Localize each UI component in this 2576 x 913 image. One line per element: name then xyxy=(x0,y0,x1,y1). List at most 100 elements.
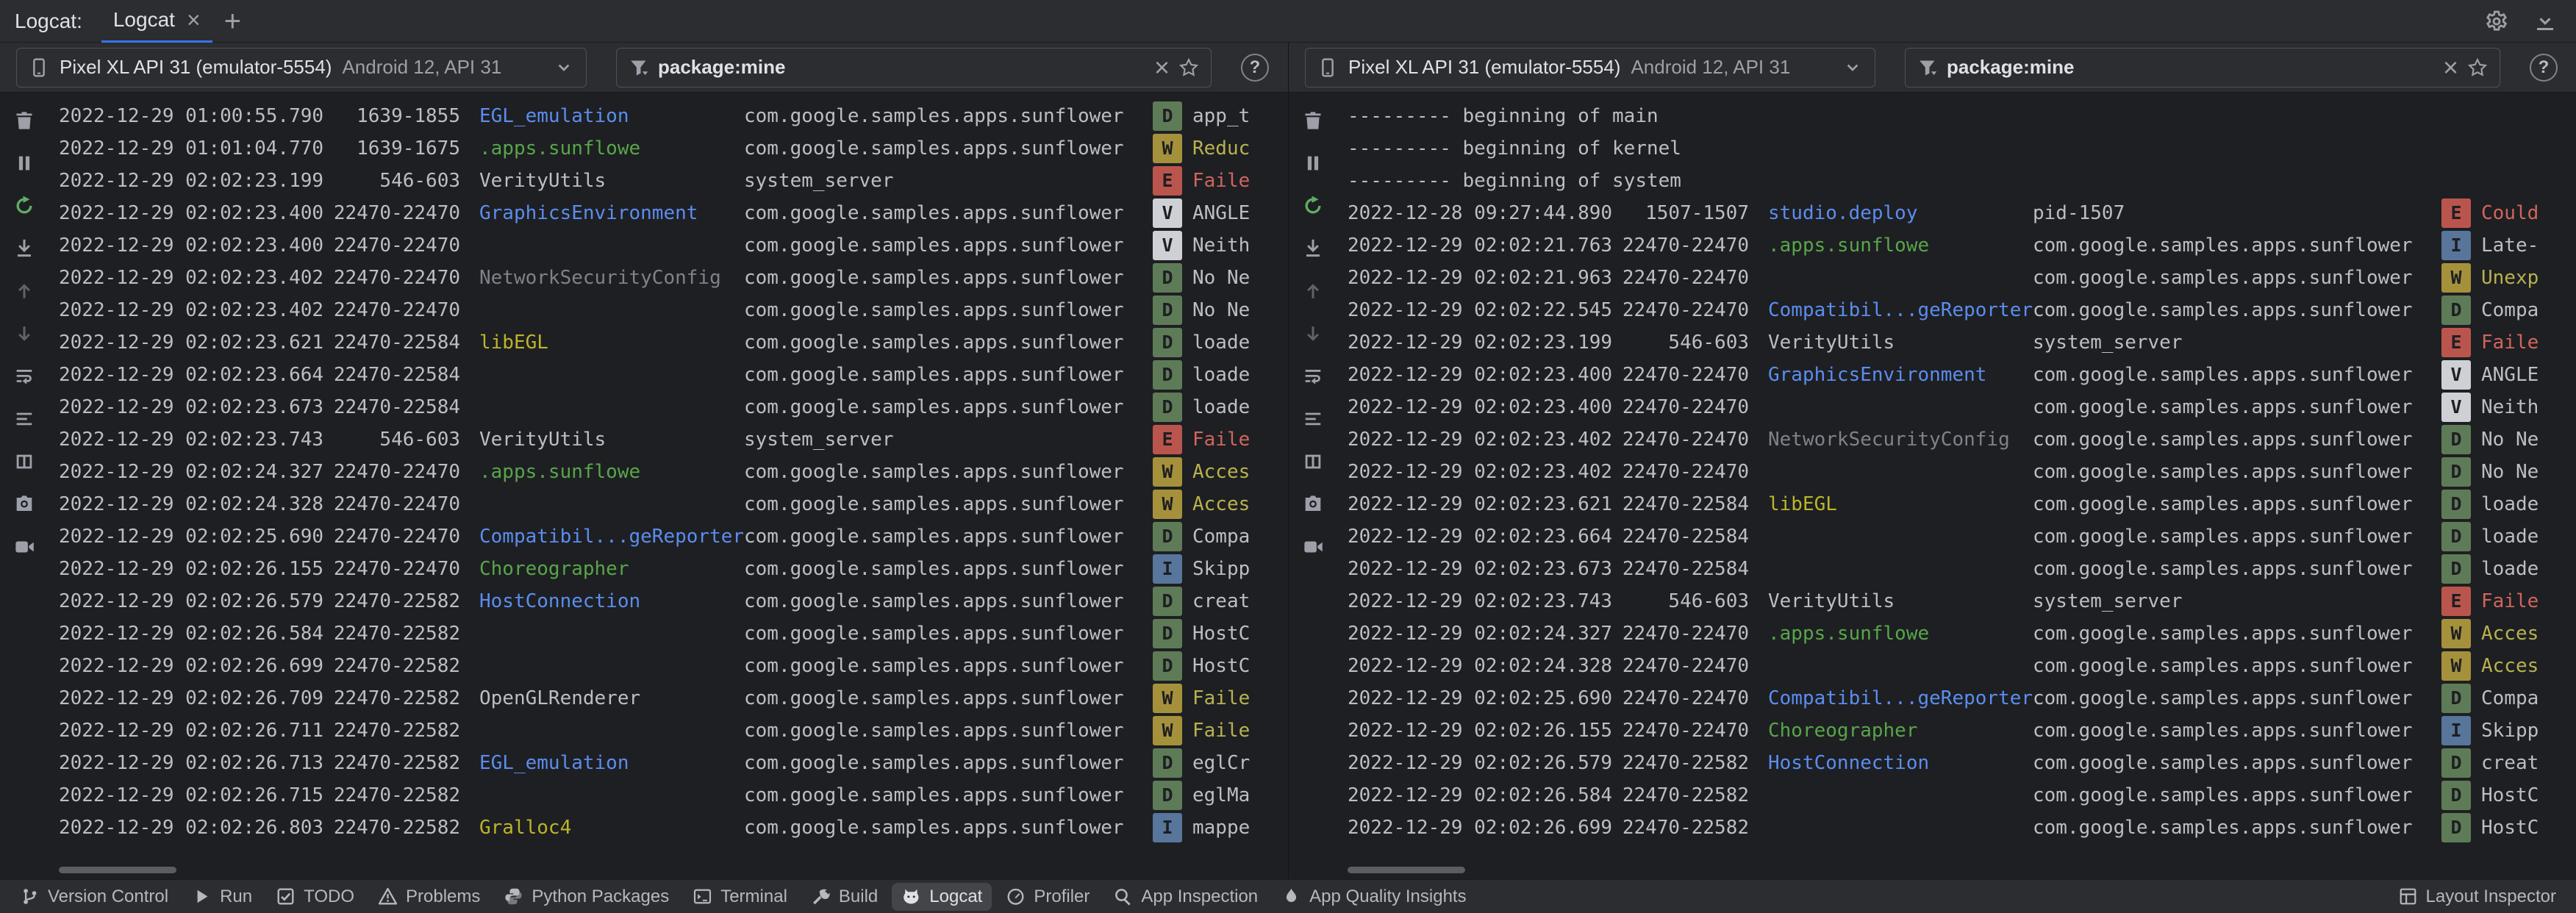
log-row[interactable]: --------- beginning of system xyxy=(1348,165,2576,197)
previous-occurrence-button[interactable] xyxy=(1298,276,1328,306)
log-row[interactable]: 2022-12-29 02:02:23.402 22470-22470 Networ… xyxy=(59,262,1288,294)
device-selector[interactable]: Pixel XL API 31 (emulator-5554) Android … xyxy=(16,47,587,87)
settings-icon[interactable] xyxy=(2485,10,2508,33)
scroll-to-end-button[interactable] xyxy=(10,234,39,263)
filter-input[interactable]: package:mine × xyxy=(1905,47,2500,87)
statusbar-item-app-quality-insights[interactable]: App Quality Insights xyxy=(1272,883,1475,911)
split-panels-button[interactable] xyxy=(1298,447,1328,476)
log-row[interactable]: 2022-12-29 02:02:23.743 546-603 VerityUtil… xyxy=(1348,585,2576,617)
take-screenshot-button[interactable] xyxy=(1298,490,1328,519)
take-screenshot-button[interactable] xyxy=(10,490,39,519)
statusbar-item-run[interactable]: Run xyxy=(182,883,262,911)
filter-value[interactable]: package:mine xyxy=(658,56,785,79)
log-row[interactable]: 2022-12-29 02:02:23.621 22470-22584 libEGL… xyxy=(59,326,1288,359)
log-row[interactable]: 2022-12-29 02:02:26.715 22470-22582 com.go… xyxy=(59,779,1288,812)
log-row[interactable]: 2022-12-29 02:02:23.664 22470-22584 com.go… xyxy=(1348,520,2576,553)
log-row[interactable]: 2022-12-29 02:02:26.579 22470-22582 HostCo… xyxy=(1348,747,2576,779)
filter-value[interactable]: package:mine xyxy=(1947,56,2074,79)
pause-logcat-button[interactable] xyxy=(1298,148,1328,178)
device-selector[interactable]: Pixel XL API 31 (emulator-5554) Android … xyxy=(1305,47,1875,87)
log-row[interactable]: 2022-12-29 02:02:23.402 22470-22470 com.go… xyxy=(1348,456,2576,488)
record-screen-button[interactable] xyxy=(1298,532,1328,562)
log-row[interactable]: 2022-12-29 02:02:26.584 22470-22582 com.go… xyxy=(1348,779,2576,812)
soft-wrap-button[interactable] xyxy=(1298,362,1328,391)
log-row[interactable]: 2022-12-29 02:02:21.763 22470-22470 .apps.… xyxy=(1348,229,2576,262)
next-occurrence-button[interactable] xyxy=(1298,319,1328,348)
horizontal-scrollbar[interactable] xyxy=(1348,867,1465,873)
log-row[interactable]: 2022-12-29 02:02:26.579 22470-22582 HostCo… xyxy=(59,585,1288,617)
favorite-star-icon[interactable] xyxy=(1178,57,1199,78)
clear-filter-icon[interactable]: × xyxy=(2443,54,2458,81)
statusbar-item-app-inspection[interactable]: App Inspection xyxy=(1103,883,1267,911)
pause-logcat-button[interactable] xyxy=(10,148,39,178)
close-tab-icon[interactable]: × xyxy=(187,8,201,32)
log-row[interactable]: 2022-12-29 02:02:26.699 22470-22582 com.go… xyxy=(1348,812,2576,844)
filter-funnel-icon[interactable] xyxy=(1917,57,1938,78)
log-row[interactable]: 2022-12-29 02:02:23.664 22470-22584 com.go… xyxy=(59,359,1288,391)
filter-funnel-icon[interactable] xyxy=(629,57,649,78)
tab-logcat[interactable]: Logcat × xyxy=(101,0,212,43)
log-row[interactable]: 2022-12-28 09:27:44.890 1507-1507 studio.d… xyxy=(1348,197,2576,229)
log-row[interactable]: 2022-12-29 02:02:25.690 22470-22470 Compat… xyxy=(59,520,1288,553)
record-screen-button[interactable] xyxy=(10,532,39,562)
log-row[interactable]: 2022-12-29 02:02:26.584 22470-22582 com.go… xyxy=(59,617,1288,650)
statusbar-item-profiler[interactable]: Profiler xyxy=(996,883,1099,911)
log-row[interactable]: 2022-12-29 02:02:26.709 22470-22582 OpenGL… xyxy=(59,682,1288,715)
log-row[interactable]: 2022-12-29 02:02:23.743 546-603 VerityUtil… xyxy=(59,423,1288,456)
log-row[interactable]: 2022-12-29 02:02:24.328 22470-22470 com.go… xyxy=(59,488,1288,520)
log-row[interactable]: 2022-12-29 02:02:23.673 22470-22584 com.go… xyxy=(59,391,1288,423)
log-row[interactable]: 2022-12-29 02:02:26.155 22470-22470 Choreo… xyxy=(1348,715,2576,747)
clear-logcat-button[interactable] xyxy=(1298,106,1328,135)
log-row[interactable]: 2022-12-29 02:02:24.327 22470-22470 .apps.… xyxy=(1348,617,2576,650)
log-row[interactable]: 2022-12-29 02:02:23.673 22470-22584 com.go… xyxy=(1348,553,2576,585)
favorite-star-icon[interactable] xyxy=(2467,57,2488,78)
statusbar-item-todo[interactable]: TODO xyxy=(266,883,364,911)
log-row[interactable]: 2022-12-29 02:02:21.963 22470-22470 com.go… xyxy=(1348,262,2576,294)
log-row[interactable]: 2022-12-29 02:02:23.199 546-603 VerityUtil… xyxy=(1348,326,2576,359)
log-row[interactable]: 2022-12-29 02:02:22.545 22470-22470 Compat… xyxy=(1348,294,2576,326)
log-row[interactable]: --------- beginning of kernel xyxy=(1348,132,2576,165)
statusbar-item-python-packages[interactable]: Python Packages xyxy=(494,883,679,911)
statusbar-item-problems[interactable]: Problems xyxy=(368,883,490,911)
statusbar-item-build[interactable]: Build xyxy=(801,883,887,911)
statusbar-item-layout-inspector[interactable]: Layout Inspector xyxy=(2389,883,2566,911)
log-row[interactable]: 2022-12-29 02:02:23.400 22470-22470 Graphi… xyxy=(1348,359,2576,391)
help-icon[interactable]: ? xyxy=(2530,53,2558,82)
log-row[interactable]: 2022-12-29 02:02:25.690 22470-22470 Compat… xyxy=(1348,682,2576,715)
log-row[interactable]: 2022-12-29 02:02:26.155 22470-22470 Choreo… xyxy=(59,553,1288,585)
log-row[interactable]: 2022-12-29 02:02:23.400 22470-22470 Graphi… xyxy=(59,197,1288,229)
soft-wrap-button[interactable] xyxy=(10,362,39,391)
log-row[interactable]: 2022-12-29 02:02:23.199 546-603 VerityUtil… xyxy=(59,165,1288,197)
help-icon[interactable]: ? xyxy=(1241,53,1269,82)
scroll-to-end-button[interactable] xyxy=(1298,234,1328,263)
hide-icon[interactable] xyxy=(2533,10,2557,33)
next-occurrence-button[interactable] xyxy=(10,319,39,348)
statusbar-item-logcat[interactable]: Logcat xyxy=(892,882,992,911)
format-options-button[interactable] xyxy=(10,404,39,434)
clear-logcat-button[interactable] xyxy=(10,106,39,135)
log-row[interactable]: 2022-12-29 01:01:04.770 1639-1675 .apps.su… xyxy=(59,132,1288,165)
log-row[interactable]: 2022-12-29 02:02:24.327 22470-22470 .apps.… xyxy=(59,456,1288,488)
statusbar-item-terminal[interactable]: Terminal xyxy=(683,883,797,911)
log-row[interactable]: 2022-12-29 02:02:23.621 22470-22584 libEGL… xyxy=(1348,488,2576,520)
log-row[interactable]: 2022-12-29 02:02:23.400 22470-22470 com.go… xyxy=(59,229,1288,262)
new-tab-button[interactable]: + xyxy=(224,7,241,36)
restart-logcat-button[interactable] xyxy=(10,191,39,221)
log-row[interactable]: 2022-12-29 02:02:26.803 22470-22582 Grallo… xyxy=(59,812,1288,844)
filter-input[interactable]: package:mine × xyxy=(616,47,1212,87)
horizontal-scrollbar[interactable] xyxy=(59,867,176,873)
log-row[interactable]: 2022-12-29 02:02:23.400 22470-22470 com.go… xyxy=(1348,391,2576,423)
statusbar-item-version-control[interactable]: Version Control xyxy=(10,883,178,911)
log-row[interactable]: 2022-12-29 02:02:24.328 22470-22470 com.go… xyxy=(1348,650,2576,682)
log-row[interactable]: 2022-12-29 02:02:26.711 22470-22582 com.go… xyxy=(59,715,1288,747)
log-row[interactable]: 2022-12-29 01:00:55.790 1639-1855 EGL_emul… xyxy=(59,100,1288,132)
log-row[interactable]: 2022-12-29 02:02:26.713 22470-22582 EGL_em… xyxy=(59,747,1288,779)
previous-occurrence-button[interactable] xyxy=(10,276,39,306)
clear-filter-icon[interactable]: × xyxy=(1154,54,1170,81)
log-row[interactable]: 2022-12-29 02:02:23.402 22470-22470 Networ… xyxy=(1348,423,2576,456)
restart-logcat-button[interactable] xyxy=(1298,191,1328,221)
log-row[interactable]: --------- beginning of main xyxy=(1348,100,2576,132)
log-row[interactable]: 2022-12-29 02:02:26.699 22470-22582 com.go… xyxy=(59,650,1288,682)
split-panels-button[interactable] xyxy=(10,447,39,476)
log-row[interactable]: 2022-12-29 02:02:23.402 22470-22470 com.go… xyxy=(59,294,1288,326)
